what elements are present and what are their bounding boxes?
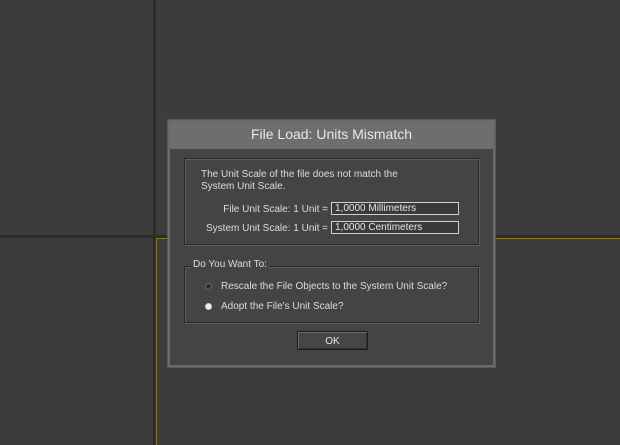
mismatch-message-line-2: System Unit Scale. bbox=[201, 181, 286, 192]
ok-button[interactable]: OK bbox=[297, 331, 368, 350]
dialog-title: File Load: Units Mismatch bbox=[250, 126, 413, 142]
adopt-option[interactable]: Adopt the File's Unit Scale? bbox=[205, 299, 344, 313]
options-group-legend: Do You Want To: bbox=[191, 259, 269, 270]
options-group: Do You Want To: Rescale the File Objects… bbox=[184, 259, 479, 323]
system-unit-scale-field[interactable] bbox=[331, 221, 459, 234]
rescale-option-label[interactable]: Rescale the File Objects to the System U… bbox=[221, 281, 447, 292]
file-unit-scale-label: File Unit Scale: 1 Unit = bbox=[223, 204, 328, 215]
mismatch-message: The Unit Scale of the file does not matc… bbox=[201, 169, 431, 193]
file-unit-scale-field[interactable] bbox=[331, 202, 459, 215]
system-unit-scale-label: System Unit Scale: 1 Unit = bbox=[206, 223, 328, 234]
dialog-titlebar[interactable]: File Load: Units Mismatch bbox=[170, 122, 493, 149]
dialog-body: The Unit Scale of the file does not matc… bbox=[170, 149, 493, 365]
units-mismatch-dialog: File Load: Units Mismatch The Unit Scale… bbox=[167, 119, 496, 368]
rescale-radio[interactable] bbox=[205, 282, 212, 290]
adopt-option-label[interactable]: Adopt the File's Unit Scale? bbox=[221, 301, 344, 312]
mismatch-message-line-1: The Unit Scale of the file does not matc… bbox=[201, 169, 398, 180]
active-viewport-border-left bbox=[156, 238, 157, 445]
adopt-radio[interactable] bbox=[205, 302, 212, 310]
unit-info-group: The Unit Scale of the file does not matc… bbox=[184, 158, 479, 245]
rescale-option[interactable]: Rescale the File Objects to the System U… bbox=[205, 279, 447, 293]
